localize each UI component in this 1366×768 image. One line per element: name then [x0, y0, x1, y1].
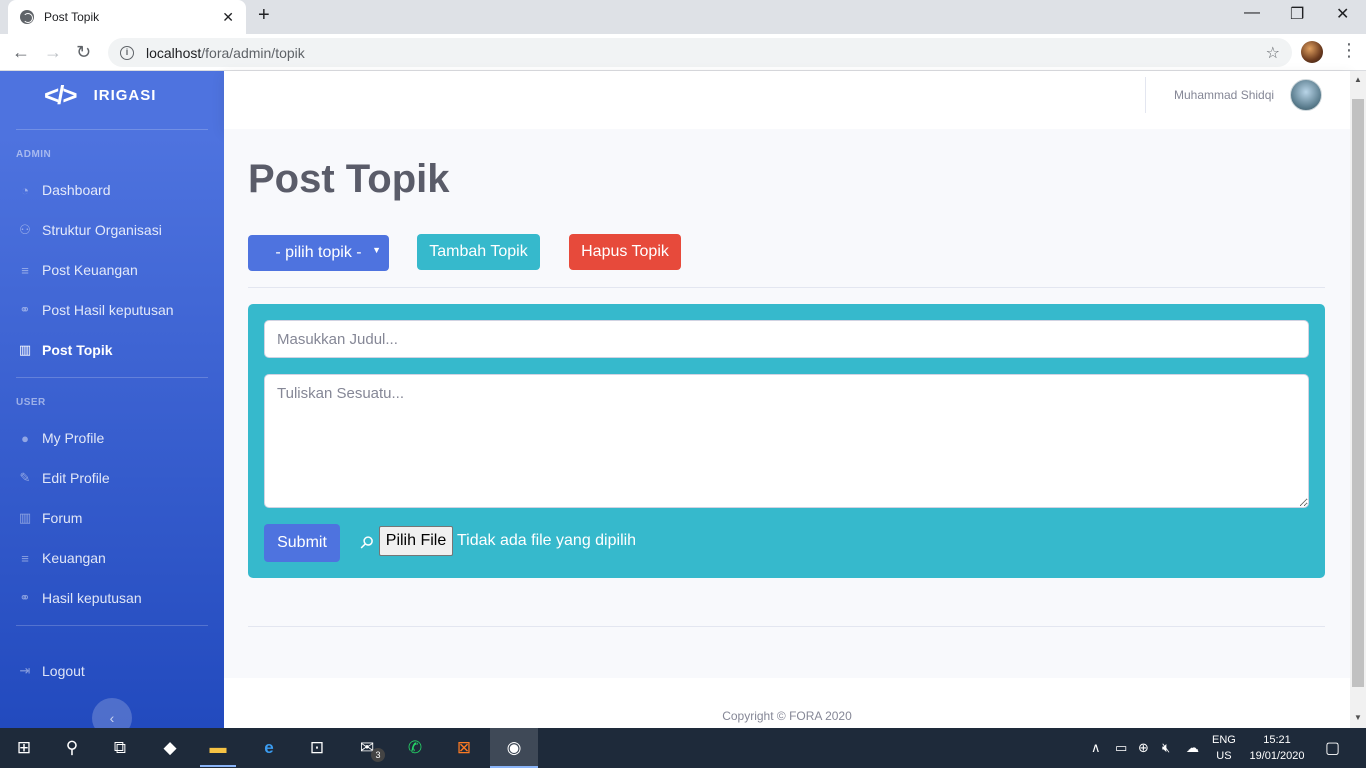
title-input[interactable]	[264, 320, 1309, 358]
bookmark-star-icon[interactable]: ☆	[1266, 43, 1280, 63]
battery-icon[interactable]: ▭	[1115, 740, 1127, 756]
new-tab-icon[interactable]: +	[258, 4, 270, 27]
topic-select[interactable]: - pilih topik - ▼	[248, 235, 389, 271]
footer: Copyright © FORA 2020	[224, 678, 1350, 728]
whatsapp-icon[interactable]: ✆	[403, 736, 427, 760]
back-icon[interactable]: ←	[12, 42, 30, 63]
brand-name: IRIGASI	[93, 86, 157, 104]
close-tab-icon[interactable]: ✕	[222, 9, 234, 26]
search-icon[interactable]: ⚲	[60, 736, 84, 760]
notification-icon[interactable]: ▢	[1325, 738, 1340, 758]
sidebar-item-edit-profile[interactable]: ✎ Edit Profile	[16, 468, 110, 488]
sidebar-item-hasil-keputusan[interactable]: ⚭ Hasil keputusan	[16, 588, 142, 608]
scroll-up-icon[interactable]: ▲	[1354, 75, 1362, 84]
page-scrollbar[interactable]: ▲ ▼	[1350, 71, 1366, 728]
sidebar-item-keuangan[interactable]: ≡ Keuangan	[16, 548, 106, 568]
handshake-icon: ⚭	[19, 302, 31, 317]
book-open-icon: ▥	[18, 510, 32, 525]
sidebar-divider	[16, 625, 208, 626]
tab-title: Post Topik	[44, 10, 100, 24]
browser-menu-icon[interactable]: ⋮	[1340, 40, 1358, 61]
delete-topic-button[interactable]: Hapus Topik	[569, 234, 681, 270]
windows-taskbar: ⊞ ⚲ ⧉ ◆ ▬ e ⊡ ✉ 3 ✆ ⊠ ◉ ∧ ▭ ⊕ 🔇︎ ☁ ENG U…	[0, 728, 1366, 768]
sitemap-icon: ⚇	[19, 222, 31, 237]
taskbar-clock[interactable]: 15:21 19/01/2020	[1249, 732, 1305, 764]
sidebar-item-dashboard[interactable]: ◔ Dashboard	[16, 180, 110, 200]
body-textarea[interactable]	[264, 374, 1309, 508]
mail-badge: 3	[371, 748, 385, 762]
sidebar-heading-admin: ADMIN	[16, 149, 52, 160]
caret-down-icon: ▼	[372, 245, 381, 255]
sidebar-item-forum[interactable]: ▥ Forum	[16, 508, 83, 528]
reload-icon[interactable]: ↻	[76, 42, 91, 63]
scrollbar-thumb[interactable]	[1352, 99, 1364, 687]
browser-tab-strip: Post Topik ✕ + — ❐ ✕	[0, 0, 1366, 34]
windows-start-icon[interactable]: ⊞	[12, 736, 36, 760]
url-text[interactable]: localhost/fora/admin/topik	[146, 45, 1266, 61]
browser-profile-avatar[interactable]	[1301, 41, 1323, 63]
sidebar-item-post-hasil-keputusan[interactable]: ⚭ Post Hasil keputusan	[16, 300, 174, 320]
language-indicator[interactable]: ENG US	[1212, 732, 1236, 764]
inkscape-app-icon[interactable]: ◆	[158, 736, 182, 760]
xampp-icon[interactable]: ⊠	[452, 736, 476, 760]
edit-icon: ✎	[19, 470, 31, 485]
network-icon[interactable]: ⊕	[1138, 740, 1149, 756]
running-indicator	[200, 765, 236, 767]
main-content: Post Topik - pilih topik - ▼ Tambah Topi…	[224, 129, 1350, 678]
content-divider	[248, 287, 1325, 288]
file-explorer-icon[interactable]: ▬	[206, 736, 230, 760]
dashboard-icon: ◔	[21, 182, 29, 198]
browser-tab[interactable]: Post Topik ✕	[8, 0, 246, 34]
task-view-icon[interactable]: ⧉	[108, 736, 132, 760]
info-icon[interactable]: i	[120, 45, 134, 60]
onedrive-icon[interactable]: ☁	[1186, 740, 1199, 756]
sidebar-item-my-profile[interactable]: ● My Profile	[16, 428, 104, 448]
submit-button[interactable]: Submit	[264, 524, 340, 562]
edge-browser-icon[interactable]: e	[257, 736, 281, 760]
sidebar-brand[interactable]: </> IRIGASI	[0, 71, 224, 119]
tray-overflow-icon[interactable]: ∧	[1091, 740, 1101, 756]
post-form-card: Submit ⚲ Pilih File Tidak ada file yang …	[248, 304, 1325, 578]
coins-icon: ≡	[21, 550, 29, 566]
omnibox[interactable]: i localhost/fora/admin/topik ☆	[108, 38, 1292, 67]
book-open-icon: ▥	[18, 342, 32, 357]
topbar-divider	[1145, 77, 1146, 113]
user-name[interactable]: Muhammad Shidqi	[1174, 88, 1274, 102]
restore-icon[interactable]: ❐	[1290, 4, 1304, 24]
choose-file-button[interactable]: Pilih File	[379, 526, 453, 556]
user-icon: ●	[21, 430, 29, 446]
sidebar: </> IRIGASI ADMIN ◔ Dashboard ⚇ Struktur…	[0, 71, 224, 738]
window-close-icon[interactable]: ✕	[1336, 4, 1349, 24]
page-title: Post Topik	[248, 157, 450, 201]
scroll-down-icon[interactable]: ▼	[1354, 713, 1362, 722]
coins-icon: ≡	[21, 262, 29, 278]
code-logo-icon: </>	[44, 79, 78, 110]
chrome-icon[interactable]: ◉	[502, 736, 526, 760]
forward-icon[interactable]: →	[44, 42, 62, 63]
globe-icon	[20, 10, 34, 24]
sidebar-item-logout[interactable]: ⇥ Logout	[16, 661, 85, 681]
address-bar-row: ← → ↻ i localhost/fora/admin/topik ☆	[0, 34, 1366, 71]
topbar: Muhammad Shidqi	[224, 71, 1350, 129]
paperclip-icon: ⚲	[355, 531, 378, 554]
minimize-icon[interactable]: —	[1244, 4, 1260, 22]
sidebar-item-struktur-organisasi[interactable]: ⚇ Struktur Organisasi	[16, 220, 162, 240]
sidebar-divider	[16, 377, 208, 378]
sidebar-divider	[16, 129, 208, 130]
file-status-text: Tidak ada file yang dipilih	[457, 532, 637, 549]
content-divider	[248, 626, 1325, 627]
volume-muted-icon[interactable]: 🔇︎	[1162, 740, 1170, 756]
copyright-text: Copyright © FORA 2020	[722, 709, 852, 723]
sidebar-heading-user: USER	[16, 397, 46, 408]
store-icon[interactable]: ⊡	[305, 736, 329, 760]
handshake-icon: ⚭	[19, 590, 31, 605]
logout-icon: ⇥	[19, 663, 31, 678]
sidebar-item-post-topik[interactable]: ▥ Post Topik	[16, 340, 113, 360]
sidebar-item-post-keuangan[interactable]: ≡ Post Keuangan	[16, 260, 138, 280]
avatar[interactable]	[1290, 79, 1322, 111]
add-topic-button[interactable]: Tambah Topik	[417, 234, 540, 270]
